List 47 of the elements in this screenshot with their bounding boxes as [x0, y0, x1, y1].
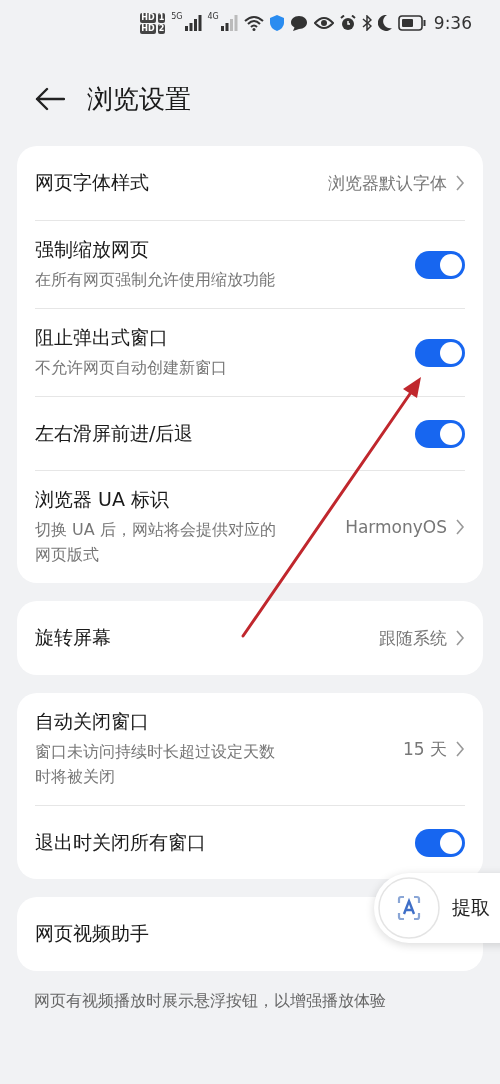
network-label: 4G	[207, 12, 219, 21]
chat-icon	[289, 15, 308, 31]
floating-extract-menu[interactable]: 提取	[374, 873, 500, 943]
chevron-icon	[455, 174, 465, 192]
chevron-icon	[455, 518, 465, 536]
setting-title: 自动关闭窗口	[35, 709, 150, 734]
setting-description: 在所有网页强制允许使用缩放功能	[35, 269, 276, 291]
clock-time: 9:36	[433, 13, 472, 33]
signal-icon	[183, 15, 202, 31]
sim-slot: 2	[157, 23, 166, 34]
page-title: 浏览设置	[87, 82, 191, 116]
bluetooth-icon	[361, 15, 372, 31]
footnote-text: 网页有视频播放时展示悬浮按钮，以增强播放体验	[34, 991, 387, 1012]
setting-title: 阻止弹出式窗口	[35, 325, 169, 350]
setting-description: 窗口未访问持续时长超过设定天数时将被关闭	[35, 741, 276, 788]
setting-value[interactable]: 浏览器默认字体	[328, 171, 447, 195]
back-icon[interactable]	[35, 87, 65, 111]
setting-description: 切换 UA 后，网站将会提供对应的网页版式	[35, 519, 277, 566]
chevron-icon	[455, 740, 465, 758]
setting-title: 网页视频助手	[35, 921, 150, 946]
toggle-switch[interactable]	[415, 338, 465, 367]
setting-title: 左右滑屏前进/后退	[35, 420, 195, 446]
text-scan-icon	[378, 877, 440, 939]
signal-icon	[219, 15, 238, 31]
setting-value[interactable]: HarmonyOS	[345, 517, 447, 537]
shield-icon	[269, 15, 284, 31]
eye-icon	[313, 16, 334, 30]
setting-value[interactable]: 15 天	[402, 737, 447, 761]
toggle-switch[interactable]	[415, 828, 465, 857]
toggle-switch[interactable]	[415, 250, 465, 279]
setting-title: 强制缩放网页	[35, 237, 150, 262]
setting-title: 网页字体样式	[35, 170, 150, 195]
network-label: 5G	[171, 12, 183, 21]
setting-title: 浏览器 UA 标识	[35, 487, 170, 512]
alarm-icon	[339, 15, 356, 31]
setting-title: 退出时关闭所有窗口	[35, 829, 207, 855]
moon-icon	[377, 15, 392, 31]
hd-badge: HD	[140, 23, 156, 34]
hd-badge: HD	[140, 12, 156, 23]
setting-description: 不允许网页自动创建新窗口	[35, 357, 228, 379]
setting-value[interactable]: 跟随系统	[379, 626, 447, 650]
wifi-icon	[243, 15, 264, 31]
chevron-icon	[455, 629, 465, 647]
toggle-switch[interactable]	[415, 419, 465, 448]
battery-icon	[397, 15, 426, 31]
setting-title: 旋转屏幕	[35, 625, 112, 650]
sim-slot: 1	[157, 12, 166, 23]
